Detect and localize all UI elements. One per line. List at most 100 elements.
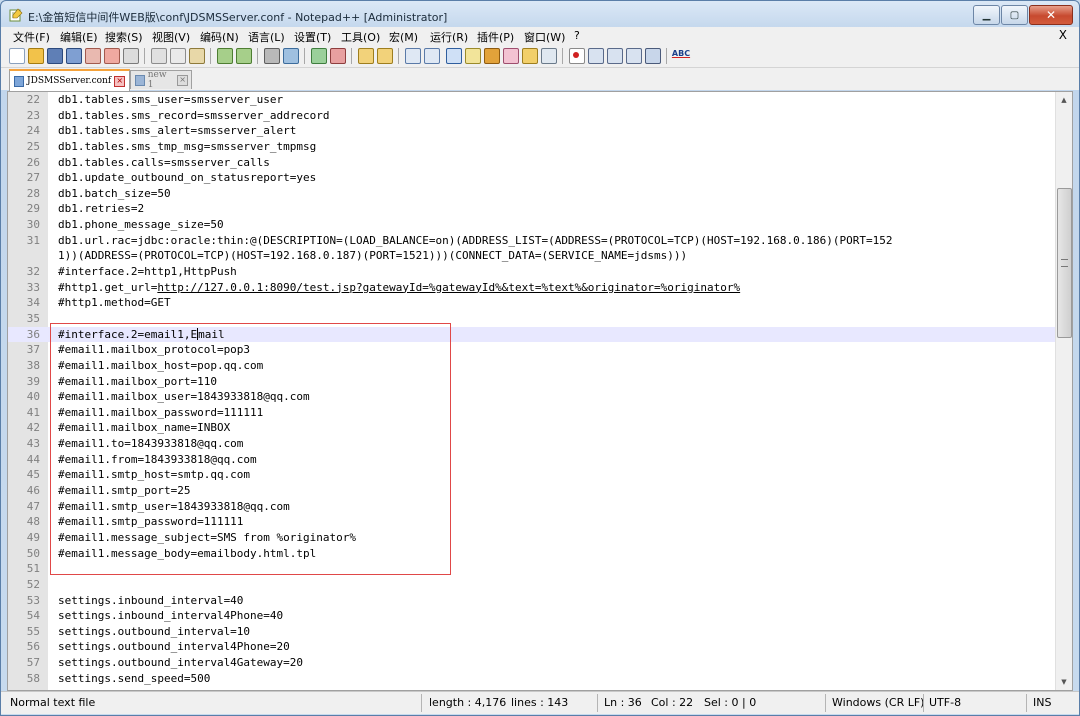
indent-guide-icon[interactable] bbox=[446, 48, 462, 64]
close-document-button[interactable]: X bbox=[1059, 28, 1067, 42]
editor-line[interactable]: 58 settings.send_speed=500 bbox=[8, 671, 1056, 687]
new-file-icon[interactable] bbox=[9, 48, 25, 64]
editor-line[interactable]: 51 bbox=[8, 561, 1056, 577]
menu-encoding[interactable]: 编码(N) bbox=[200, 29, 239, 45]
menu-settings[interactable]: 设置(T) bbox=[294, 29, 331, 45]
editor-line[interactable]: 35 bbox=[8, 311, 1056, 327]
code-url-link[interactable]: http://127.0.0.1:8090/test.jsp?gatewayId… bbox=[157, 281, 740, 294]
editor-line[interactable]: 39 #email1.mailbox_port=110 bbox=[8, 374, 1056, 390]
editor-line[interactable]: 46 #email1.smtp_port=25 bbox=[8, 483, 1056, 499]
tab-jdsmsserver-conf[interactable]: JDSMSServer.conf × bbox=[9, 69, 130, 91]
print-icon[interactable] bbox=[123, 48, 139, 64]
menu-window[interactable]: 窗口(W) bbox=[524, 29, 565, 45]
editor-line[interactable]: 44 #email1.from=1843933818@qq.com bbox=[8, 452, 1056, 468]
folder-workspace-icon[interactable] bbox=[503, 48, 519, 64]
editor-line[interactable]: 49 #email1.message_subject=SMS from %orig… bbox=[8, 530, 1056, 546]
scroll-down-icon[interactable]: ▼ bbox=[1056, 675, 1072, 689]
redo-icon[interactable] bbox=[236, 48, 252, 64]
close-tab-icon[interactable]: × bbox=[177, 74, 189, 86]
editor-line[interactable]: 36 #interface.2=email1,Email bbox=[8, 326, 1056, 343]
editor-line[interactable]: 27 db1.update_outbound_on_statusreport=ye… bbox=[8, 170, 1056, 186]
editor-line[interactable]: 1))(ADDRESS=(PROTOCOL=TCP)(HOST=192.168.… bbox=[8, 248, 1056, 264]
doc-map-icon[interactable] bbox=[465, 48, 481, 64]
editor-line[interactable]: 37 #email1.mailbox_protocol=pop3 bbox=[8, 342, 1056, 358]
menu-view[interactable]: 视图(V) bbox=[152, 29, 190, 45]
open-file-icon[interactable] bbox=[28, 48, 44, 64]
editor-line[interactable]: 48 #email1.smtp_password=111111 bbox=[8, 514, 1056, 530]
editor-line[interactable]: 40 #email1.mailbox_user=1843933818@qq.com bbox=[8, 389, 1056, 405]
menu-run[interactable]: 运行(R) bbox=[430, 29, 468, 45]
editor-line[interactable]: 56 settings.outbound_interval4Phone=20 bbox=[8, 639, 1056, 655]
editor-line[interactable]: 33 #http1.get_url=http://127.0.0.1:8090/t… bbox=[8, 280, 1056, 296]
editor-line[interactable]: 55 settings.outbound_interval=10 bbox=[8, 624, 1056, 640]
show-all-chars-icon[interactable] bbox=[424, 48, 440, 64]
word-wrap-icon[interactable] bbox=[405, 48, 421, 64]
editor-line[interactable]: 50 #email1.message_body=emailbody.html.tp… bbox=[8, 546, 1056, 562]
editor-line[interactable]: 29 db1.retries=2 bbox=[8, 201, 1056, 217]
zoom-out-icon[interactable] bbox=[330, 48, 346, 64]
undo-icon[interactable] bbox=[217, 48, 233, 64]
text-editor[interactable]: 22 db1.tables.sms_user=smsserver_user 23 db… bbox=[7, 91, 1073, 691]
title-bar[interactable]: E:\金笛短信中间件WEB版\conf\JDSMSServer.conf - N… bbox=[1, 1, 1079, 29]
editor-line[interactable]: 54 settings.inbound_interval4Phone=40 bbox=[8, 608, 1056, 624]
close-file-icon[interactable] bbox=[85, 48, 101, 64]
cut-icon[interactable] bbox=[151, 48, 167, 64]
find-icon[interactable] bbox=[264, 48, 280, 64]
editor-line[interactable]: 38 #email1.mailbox_host=pop.qq.com bbox=[8, 358, 1056, 374]
status-insert-mode[interactable]: INS bbox=[1033, 696, 1051, 709]
scroll-up-icon[interactable]: ▲ bbox=[1056, 93, 1072, 107]
editor-line[interactable]: 22 db1.tables.sms_user=smsserver_user bbox=[8, 92, 1056, 108]
close-button[interactable]: ✕ bbox=[1029, 5, 1073, 25]
paste-icon[interactable] bbox=[189, 48, 205, 64]
scrollbar-thumb[interactable] bbox=[1057, 188, 1072, 338]
menu-plugins[interactable]: 插件(P) bbox=[477, 29, 514, 45]
menu-help[interactable]: ? bbox=[574, 29, 580, 42]
editor-line[interactable]: 26 db1.tables.calls=smsserver_calls bbox=[8, 155, 1056, 171]
editor-line[interactable]: 52 bbox=[8, 577, 1056, 593]
editor-line[interactable]: 31 db1.url.rac=jdbc:oracle:thin:@(DESCRIP… bbox=[8, 233, 1056, 249]
menu-file[interactable]: 文件(F) bbox=[13, 29, 50, 45]
sync-vertical-icon[interactable] bbox=[358, 48, 374, 64]
editor-line[interactable]: 24 db1.tables.sms_alert=smsserver_alert bbox=[8, 123, 1056, 139]
editor-line[interactable]: 43 #email1.to=1843933818@qq.com bbox=[8, 436, 1056, 452]
editor-line[interactable]: 57 settings.outbound_interval4Gateway=20 bbox=[8, 655, 1056, 671]
record-macro-icon[interactable] bbox=[569, 48, 585, 64]
editor-line[interactable]: 45 #email1.smtp_host=smtp.qq.com bbox=[8, 467, 1056, 483]
editor-line[interactable]: 25 db1.tables.sms_tmp_msg=smsserver_tmpms… bbox=[8, 139, 1056, 155]
save-macro-icon[interactable] bbox=[645, 48, 661, 64]
editor-line[interactable]: 32 #interface.2=http1,HttpPush bbox=[8, 264, 1056, 280]
menu-language[interactable]: 语言(L) bbox=[248, 29, 285, 45]
play-macro-icon[interactable] bbox=[607, 48, 623, 64]
editor-line[interactable]: 30 db1.phone_message_size=50 bbox=[8, 217, 1056, 233]
menu-edit[interactable]: 编辑(E) bbox=[60, 29, 98, 45]
status-encoding[interactable]: UTF-8 bbox=[929, 696, 961, 709]
maximize-button[interactable]: ▢ bbox=[1001, 5, 1028, 25]
editor-line[interactable]: 23 db1.tables.sms_record=smsserver_addrec… bbox=[8, 108, 1056, 124]
tab-new-1[interactable]: new 1 × bbox=[130, 70, 192, 90]
close-tab-icon[interactable]: × bbox=[114, 75, 126, 87]
stop-macro-icon[interactable] bbox=[588, 48, 604, 64]
editor-line[interactable]: 47 #email1.smtp_user=1843933818@qq.com bbox=[8, 499, 1056, 515]
editor-line[interactable]: 53 settings.inbound_interval=40 bbox=[8, 593, 1056, 609]
menu-macro[interactable]: 宏(M) bbox=[389, 29, 418, 45]
minimize-button[interactable]: ▁ bbox=[973, 5, 1000, 25]
monitor-icon[interactable] bbox=[541, 48, 557, 64]
editor-line[interactable]: 41 #email1.mailbox_password=111111 bbox=[8, 405, 1056, 421]
editor-line[interactable]: 28 db1.batch_size=50 bbox=[8, 186, 1056, 202]
editor-line[interactable]: 34 #http1.method=GET bbox=[8, 295, 1056, 311]
open-folder-icon[interactable] bbox=[522, 48, 538, 64]
sync-horizontal-icon[interactable] bbox=[377, 48, 393, 64]
vertical-scrollbar[interactable]: ▲ ▼ bbox=[1055, 92, 1072, 690]
menu-tools[interactable]: 工具(O) bbox=[341, 29, 380, 45]
zoom-in-icon[interactable] bbox=[311, 48, 327, 64]
editor-line[interactable]: 42 #email1.mailbox_name=INBOX bbox=[8, 420, 1056, 436]
status-eol-format[interactable]: Windows (CR LF) bbox=[832, 696, 924, 709]
menu-search[interactable]: 搜索(S) bbox=[105, 29, 143, 45]
run-macro-multiple-icon[interactable] bbox=[626, 48, 642, 64]
copy-icon[interactable] bbox=[170, 48, 186, 64]
replace-icon[interactable] bbox=[283, 48, 299, 64]
spellcheck-icon[interactable]: ABC bbox=[671, 48, 691, 62]
function-list-icon[interactable] bbox=[484, 48, 500, 64]
save-all-icon[interactable] bbox=[66, 48, 82, 64]
close-all-icon[interactable] bbox=[104, 48, 120, 64]
